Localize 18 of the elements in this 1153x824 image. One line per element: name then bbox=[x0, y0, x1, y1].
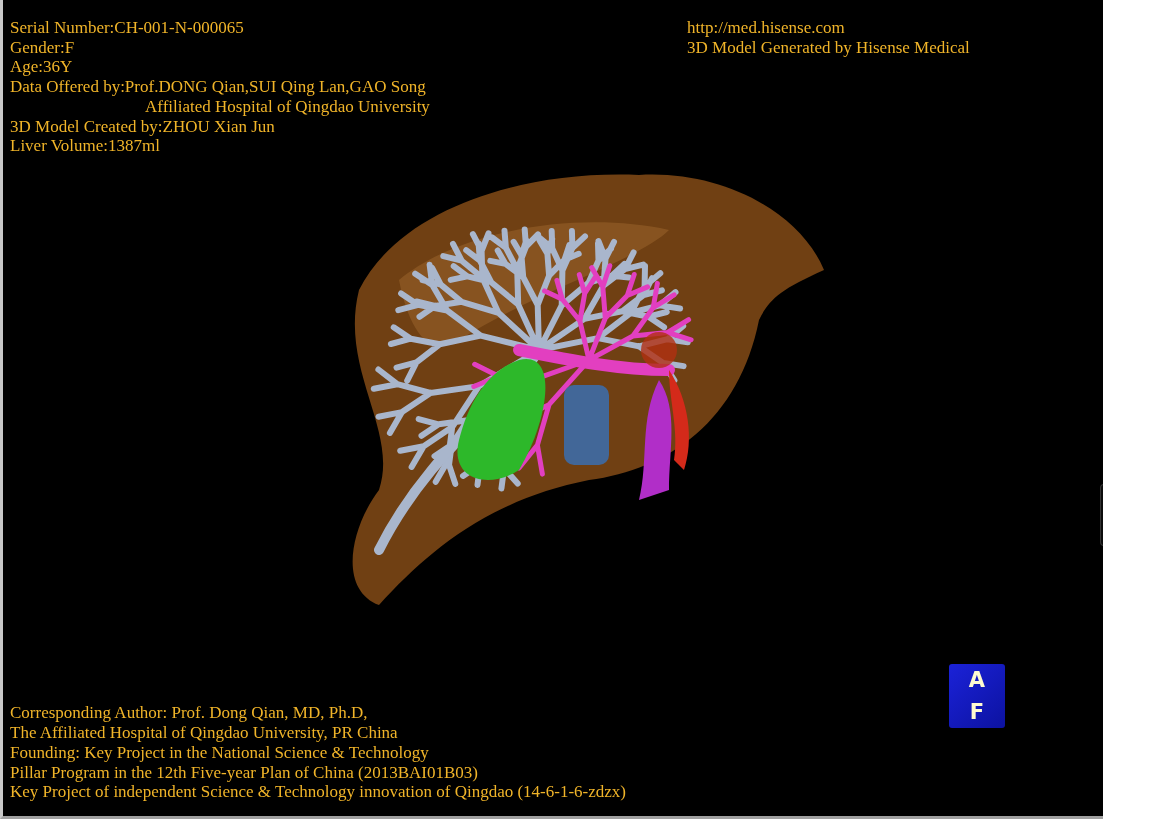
cube-face-label: F bbox=[969, 701, 985, 723]
patient-info-text: Data Offered by:Prof.DONG Qian,SUI Qing Lan,GAO Song bbox=[10, 77, 426, 97]
credits-text: The Affiliated Hospital of Qingdao University, PR China bbox=[10, 723, 398, 743]
patient-info-text: Affiliated Hospital of Qingdao University bbox=[144, 96, 430, 117]
header-text: http://med.hisense.com bbox=[687, 18, 845, 38]
credits-text: Founding: Key Project in the National Science & Technology bbox=[10, 742, 429, 763]
credits-text: Corresponding Author: Prof. Dong Qian, MD, Ph.D, bbox=[10, 703, 368, 724]
header-text: 3D Model Generated by Hisense Medical bbox=[687, 37, 970, 58]
3d-viewport[interactable] bbox=[0, 0, 1103, 819]
cube-face-label: A bbox=[968, 669, 986, 691]
credits-text: Pillar Program in the 12th Five-year Plan of China (2013BAI01B03) bbox=[10, 762, 478, 783]
patient-info-text: Serial Number:CH-001-N-000065 bbox=[10, 18, 244, 38]
patient-info-text: 3D Model Created by:ZHOU Xian Jun bbox=[10, 116, 275, 137]
patient-info-text: Liver Volume:1387ml bbox=[10, 136, 160, 156]
patient-info-text: Age:36Y bbox=[10, 57, 73, 78]
patient-info-text: Gender:F bbox=[10, 37, 75, 58]
orientation-cube[interactable]: A F bbox=[949, 664, 1005, 728]
credits-text: Key Project of independent Science & Technology innovation of Qingdao (14-6-1-6-zdzx) bbox=[10, 782, 626, 802]
